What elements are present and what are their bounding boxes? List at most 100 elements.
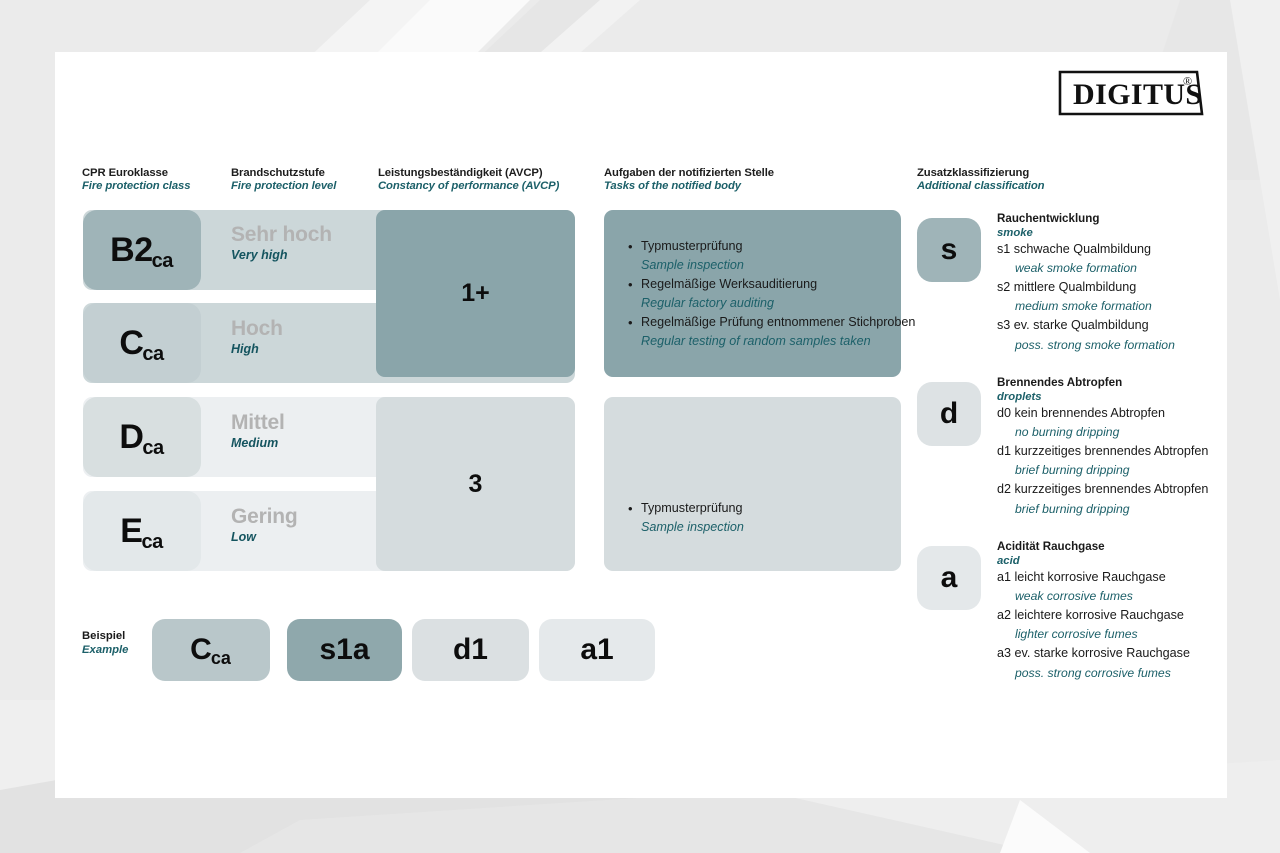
level-de: Mittel (231, 411, 285, 434)
class-code-main: B2 (110, 231, 153, 269)
level-en: Low (231, 530, 256, 544)
smoke-title-de: Rauchentwicklung (997, 212, 1100, 225)
class-code-main: C (119, 324, 144, 362)
header-de: Leistungsbeständigkeit (AVCP) (378, 167, 543, 179)
class-code-cca: Cca (119, 324, 164, 364)
acid-item-de: a1 leicht korrosive Rauchgase (997, 569, 1166, 584)
header-de: Aufgaben der notifizierten Stelle (604, 167, 774, 179)
example-code-sub: ca (210, 648, 231, 668)
column-header-cpr-class: CPR Euroklasse Fire protection class (82, 167, 191, 193)
header-en: Additional classification (917, 180, 1045, 192)
droplets-item-de: d2 kurzzeitiges brennendes Abtropfen (997, 482, 1209, 497)
class-code-eca: Eca (120, 512, 163, 552)
droplets-item-de: d0 kein brennendes Abtropfen (997, 405, 1166, 420)
class-box-b2ca[interactable]: B2ca (83, 210, 201, 290)
smoke-item-en: medium smoke formation (1015, 299, 1152, 314)
task-list: Typmusterprüfung Sample inspection (604, 397, 901, 537)
logo-registered-mark: ® (1183, 74, 1192, 88)
badge-letter: d (939, 397, 959, 430)
level-de: Gering (231, 505, 298, 528)
example-code-cca: Cca (190, 635, 232, 668)
example-code-s1a: s1a (319, 633, 370, 666)
class-box-eca[interactable]: Eca (83, 491, 201, 571)
acid-item-de: a3 ev. starke korrosive Rauchgase (997, 646, 1190, 661)
smoke-item-en: poss. strong smoke formation (1015, 337, 1175, 352)
avcp-box-1plus[interactable]: 1+ (376, 210, 575, 377)
task-de: Regelmäßige Prüfung entnommener Stichpro… (628, 313, 915, 332)
level-en: Very high (231, 248, 288, 262)
acid-item-en: lighter corrosive fumes (1015, 627, 1138, 642)
task-en: Regular testing of random samples taken (641, 334, 871, 348)
header-en: Tasks of the notified body (604, 180, 741, 192)
badge-letter: a (940, 561, 958, 594)
task-en: Regular factory auditing (641, 296, 775, 310)
example-box-s1a[interactable]: s1a (287, 619, 402, 681)
avcp-box-3[interactable]: 3 (376, 397, 575, 571)
notified-body-box-avcp3[interactable]: Typmusterprüfung Sample inspection (604, 397, 901, 571)
example-box-d1[interactable]: d1 (412, 619, 529, 681)
class-code-main: D (119, 418, 144, 456)
example-box-cca[interactable]: Cca (152, 619, 270, 681)
droplets-item-de: d1 kurzzeitiges brennendes Abtropfen (997, 443, 1209, 458)
droplets-item-en: no burning dripping (1015, 424, 1120, 439)
badge-smoke[interactable]: s (917, 218, 981, 282)
example-label-en: Example (82, 644, 129, 656)
task-item: Typmusterprüfung Sample inspection (628, 499, 901, 537)
task-list: Typmusterprüfung Sample inspection Regel… (604, 210, 915, 351)
level-b2ca: Sehr hoch Very high (231, 224, 332, 263)
column-header-notified-body: Aufgaben der notifizierten Stelle Tasks … (604, 167, 774, 193)
smoke-title-en: smoke (997, 226, 1033, 239)
level-eca: Gering Low (231, 505, 298, 545)
avcp-value: 3 (468, 469, 483, 498)
task-item: Typmusterprüfung Sample inspection (628, 237, 901, 275)
droplets-item-en: brief burning dripping (1015, 463, 1130, 478)
badge-letter: s (940, 233, 958, 266)
acid-title-en: acid (997, 554, 1020, 567)
task-de: Typmusterprüfung (628, 237, 901, 256)
column-header-protection-level: Brandschutzstufe Fire protection level (231, 167, 336, 193)
smoke-item-de: s1 schwache Qualmbildung (997, 241, 1152, 256)
task-de: Regelmäßige Werksauditierung (628, 275, 901, 294)
avcp-value: 1+ (461, 279, 490, 307)
droplets-title-de: Brennendes Abtropfen (997, 376, 1123, 389)
acid-item-en: poss. strong corrosive fumes (1015, 665, 1171, 680)
smoke-item-de: s2 mittlere Qualmbildung (997, 279, 1137, 294)
level-dca: Mittel Medium (231, 412, 285, 451)
class-code-sub: ca (151, 250, 174, 272)
header-de: CPR Euroklasse (82, 167, 168, 179)
class-code-sub: ca (142, 437, 164, 459)
task-item: Regelmäßige Werksauditierung Regular fac… (628, 275, 901, 313)
header-de: Brandschutzstufe (231, 167, 325, 179)
task-en: Sample inspection (641, 520, 744, 534)
smoke-text: Rauchentwicklung smoke s1 schwache Qualm… (997, 212, 1175, 355)
task-item: Regelmäßige Prüfung entnommener Stichpro… (628, 313, 915, 351)
acid-text: Acidität Rauchgase acid a1 leicht korros… (997, 540, 1190, 683)
header-en: Fire protection level (231, 180, 337, 192)
task-en: Sample inspection (641, 258, 744, 272)
class-box-cca[interactable]: Cca (83, 303, 201, 383)
badge-acid[interactable]: a (917, 546, 981, 610)
digitus-logo: DIGITUS ® (1057, 69, 1205, 117)
badge-droplets[interactable]: d (917, 382, 981, 446)
level-en: High (231, 342, 259, 356)
level-de: Hoch (231, 317, 283, 340)
example-box-a1[interactable]: a1 (539, 619, 655, 681)
example-code-d1: d1 (452, 633, 488, 666)
column-header-additional-classification: Zusatzklassifizierung Additional classif… (917, 167, 1045, 193)
smoke-item-en: weak smoke formation (1015, 260, 1137, 275)
class-code-dca: Dca (119, 418, 164, 458)
level-de: Sehr hoch (231, 223, 332, 246)
droplets-title-en: droplets (997, 390, 1042, 403)
notified-body-box-avcp1plus[interactable]: Typmusterprüfung Sample inspection Regel… (604, 210, 915, 377)
droplets-text: Brennendes Abtropfen droplets d0 kein br… (997, 376, 1208, 519)
smoke-item-de: s3 ev. starke Qualmbildung (997, 318, 1149, 333)
class-code-sub: ca (141, 531, 163, 553)
level-cca: Hoch High (231, 318, 283, 357)
column-header-avcp: Leistungsbeständigkeit (AVCP) Constancy … (378, 167, 559, 193)
class-box-dca[interactable]: Dca (83, 397, 201, 477)
droplets-item-en: brief burning dripping (1015, 501, 1130, 516)
acid-item-en: weak corrosive fumes (1015, 588, 1133, 603)
example-label: Beispiel Example (82, 630, 128, 657)
class-code-main: E (120, 512, 143, 550)
acid-title-de: Acidität Rauchgase (997, 540, 1105, 553)
